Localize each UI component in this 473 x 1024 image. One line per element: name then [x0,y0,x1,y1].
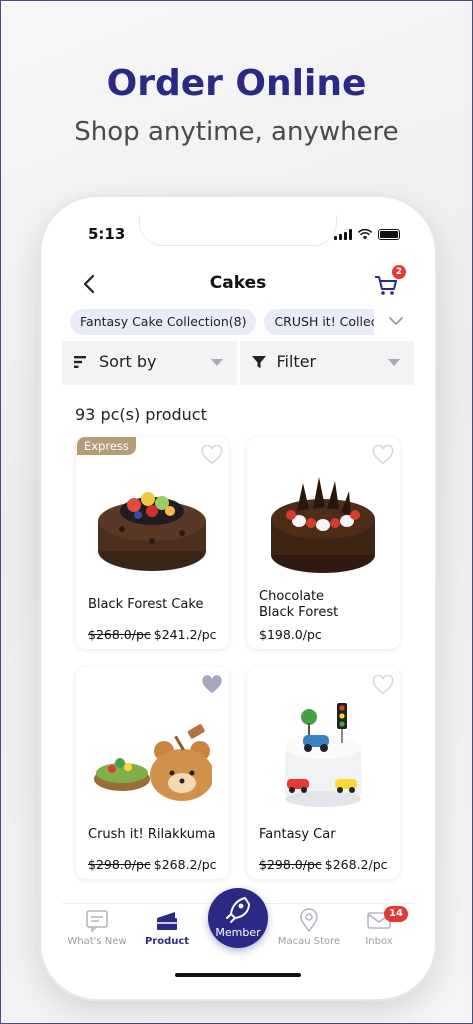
promo-headline: Order Online [106,63,367,104]
wifi-icon [358,229,372,240]
cake-image [98,492,206,571]
product-card[interactable]: Express Black Forest Cake $268.0/pc $241.… [76,437,229,649]
page-title: Cakes [209,273,267,293]
app-screen: 5:13 Cakes 2 Fantasy Cake Collection(8) … [62,215,414,987]
inbox-count-badge: 14 [384,906,408,922]
category-chips: Fantasy Cake Collection(8) CRUSH it! Col… [70,309,414,335]
chevron-down-icon[interactable] [388,315,404,327]
tab-label: What's New [67,936,127,947]
sort-label: Sort by [99,352,157,371]
product-name: Chocolate Black Forest [259,589,339,620]
sort-filter-bar: Sort by Filter [62,341,414,385]
category-chip[interactable]: CRUSH it! Collection [264,309,387,335]
original-price: $298.0/pc [259,857,322,872]
news-icon [86,910,108,932]
category-chip[interactable]: Fantasy Cake Collection(8) [70,309,257,335]
sale-price: $268.2/pc [153,857,217,872]
phone-notch [140,215,336,245]
tab-member[interactable]: Member [208,888,268,948]
product-card[interactable]: Crush it! Rilakkuma $298.0/pc $268.2/pc [76,667,229,879]
product-card[interactable]: Chocolate Black Forest $198.0/pc [247,437,400,649]
filter-label: Filter [276,352,317,371]
tab-inbox[interactable]: Inbox 14 [344,906,414,947]
sale-price: $268.2/pc [324,857,388,872]
sort-button[interactable]: Sort by [62,341,237,385]
rocket-icon [226,896,251,923]
tab-label: Product [144,936,190,947]
tab-macau-store[interactable]: Macau Store [274,908,344,947]
original-price: $268.0/pc [88,627,151,642]
cart-count-badge: 2 [392,265,406,279]
product-count: 93 pc(s) product [75,405,207,424]
heart-outline-icon[interactable] [372,675,394,695]
cake-image [94,724,212,801]
nav-bar: Cakes 2 [62,265,414,303]
heart-outline-icon[interactable] [372,445,394,465]
status-time: 5:13 [88,225,126,243]
cake-icon [157,912,177,930]
caret-down-icon [210,359,223,366]
location-pin-icon [300,908,318,932]
status-icons [334,229,400,240]
filter-button[interactable]: Filter [239,341,414,385]
original-price: $298.0/pc [88,857,151,872]
home-indicator [175,973,301,977]
tab-whats-new[interactable]: What's New [62,908,132,947]
heart-outline-icon[interactable] [201,445,223,465]
promo-subhead: Shop anytime, anywhere [74,117,399,147]
cake-image [285,703,361,807]
signal-icon [334,229,352,240]
tab-label: Inbox [365,936,393,947]
battery-icon [378,229,400,240]
tab-product[interactable]: Product [132,908,202,947]
tab-label: Macau Store [277,936,341,947]
product-name: Crush it! Rilakkuma [88,827,216,842]
filter-icon [251,356,266,368]
cake-image [271,477,375,573]
product-card[interactable]: Fantasy Car $298.0/pc $268.2/pc [247,667,400,879]
bottom-tab-bar: What's New Product Member Macau Store In… [62,888,414,987]
sort-icon [74,356,86,368]
sale-price: $241.2/pc [153,627,217,642]
tab-label: Member [215,926,261,939]
product-name: Black Forest Cake [88,597,204,612]
product-price-row: $298.0/pc $268.2/pc [88,857,217,872]
product-name: Fantasy Car [259,827,336,842]
sale-price: $198.0/pc [259,627,322,642]
heart-filled-icon[interactable] [201,675,223,695]
express-badge: Express [77,437,136,455]
caret-down-icon [388,359,400,366]
product-price-row: $198.0/pc [259,627,322,642]
product-price-row: $268.0/pc $241.2/pc [88,627,217,642]
product-price-row: $298.0/pc $268.2/pc [259,857,388,872]
